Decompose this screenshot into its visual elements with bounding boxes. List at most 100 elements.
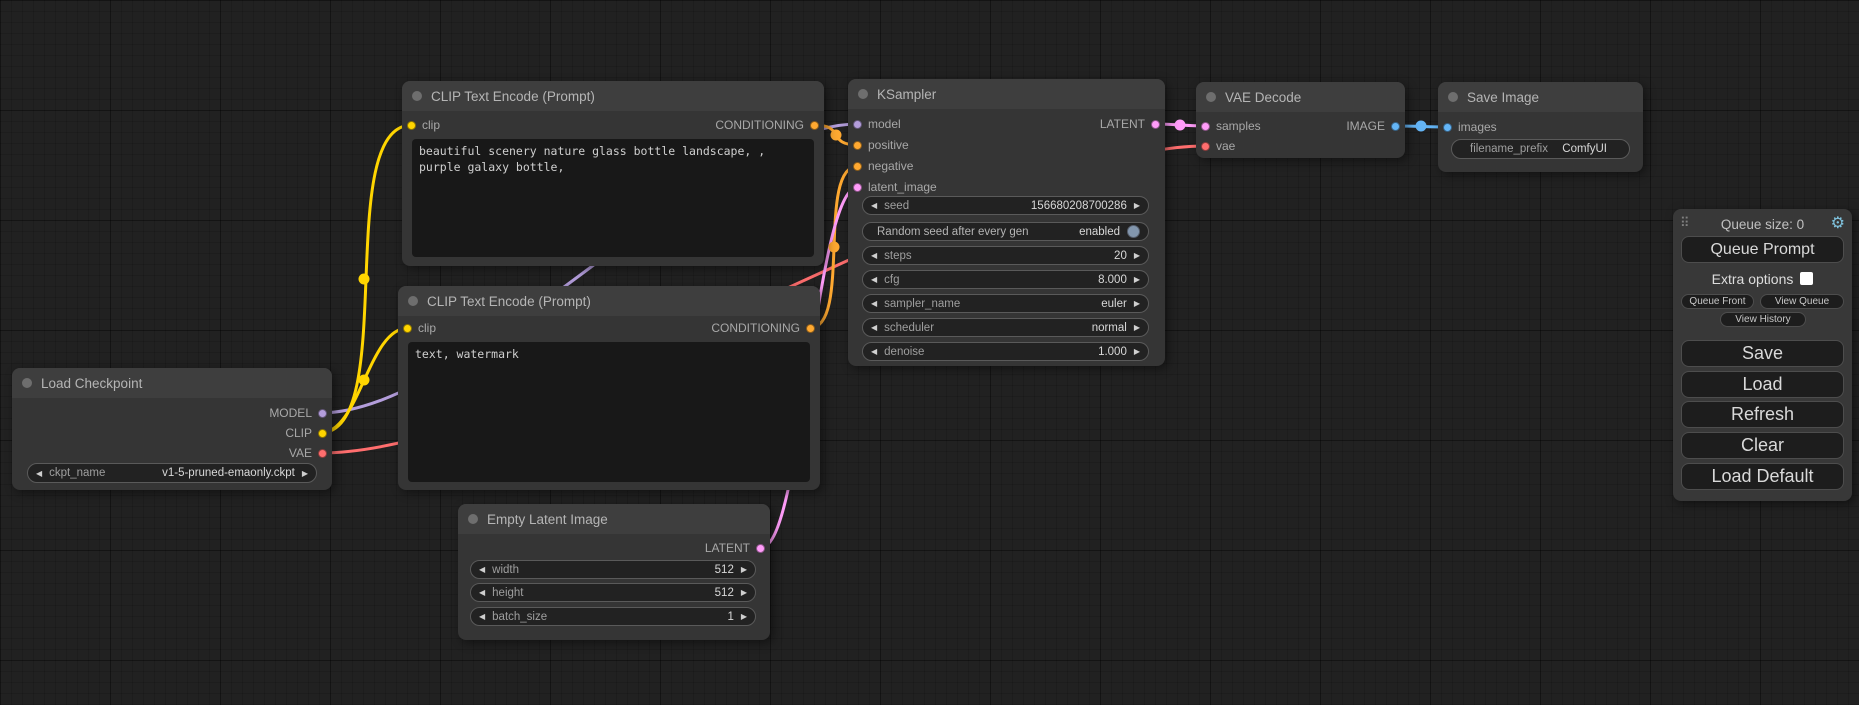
node-title-bar[interactable]: CLIP Text Encode (Prompt) (402, 81, 824, 111)
latent-port-icon[interactable] (1201, 122, 1210, 131)
collapse-dot-icon[interactable] (1206, 92, 1216, 102)
node-title-bar[interactable]: KSampler (848, 79, 1165, 109)
left-arrow-icon[interactable]: ◀ (871, 342, 877, 361)
denoise-widget[interactable]: ◀ denoise 1.000 ▶ (862, 342, 1149, 361)
right-arrow-icon[interactable]: ▶ (741, 560, 747, 579)
slot-latent-image-input[interactable]: latent_image (853, 177, 937, 197)
conditioning-port-icon[interactable] (853, 162, 862, 171)
right-arrow-icon[interactable]: ▶ (1134, 246, 1140, 265)
right-arrow-icon[interactable]: ▶ (741, 583, 747, 602)
slot-samples-input[interactable]: samples (1201, 116, 1261, 136)
filename-prefix-widget[interactable]: filename_prefix ComfyUI (1451, 139, 1630, 159)
load-button[interactable]: Load (1681, 371, 1844, 398)
node-ksampler[interactable]: KSampler model positive negative latent_… (848, 79, 1165, 366)
conditioning-port-icon[interactable] (806, 324, 815, 333)
slot-model-input[interactable]: model (853, 114, 901, 134)
slot-positive-input[interactable]: positive (853, 135, 909, 155)
latent-port-icon[interactable] (1151, 120, 1160, 129)
drag-handle-icon[interactable]: ⠿ (1680, 215, 1691, 231)
left-arrow-icon[interactable]: ◀ (871, 294, 877, 313)
node-load-checkpoint[interactable]: Load Checkpoint MODEL CLIP VAE ◀ ckpt_na… (12, 368, 332, 490)
random-seed-toggle-widget[interactable]: Random seed after every gen enabled (862, 222, 1149, 241)
gear-icon[interactable]: ⚙ (1831, 214, 1845, 234)
clear-button[interactable]: Clear (1681, 432, 1844, 459)
right-arrow-icon[interactable]: ▶ (302, 464, 308, 483)
steps-widget[interactable]: ◀ steps 20 ▶ (862, 246, 1149, 265)
slot-images-input[interactable]: images (1443, 117, 1497, 137)
node-title-bar[interactable]: Empty Latent Image (458, 504, 770, 534)
slot-clip-input[interactable]: clip (407, 115, 440, 135)
collapse-dot-icon[interactable] (408, 296, 418, 306)
sampler-name-widget[interactable]: ◀ sampler_name euler ▶ (862, 294, 1149, 313)
collapse-dot-icon[interactable] (468, 514, 478, 524)
clip-port-icon[interactable] (407, 121, 416, 130)
queue-front-button[interactable]: Queue Front (1681, 294, 1754, 309)
cfg-widget[interactable]: ◀ cfg 8.000 ▶ (862, 270, 1149, 289)
node-empty-latent-image[interactable]: Empty Latent Image LATENT ◀ width 512 ▶ … (458, 504, 770, 640)
conditioning-port-icon[interactable] (810, 121, 819, 130)
model-port-icon[interactable] (853, 120, 862, 129)
model-port-icon[interactable] (318, 409, 327, 418)
collapse-dot-icon[interactable] (1448, 92, 1458, 102)
slot-image-output[interactable]: IMAGE (1346, 116, 1400, 136)
right-arrow-icon[interactable]: ▶ (1134, 196, 1140, 215)
node-title-bar[interactable]: CLIP Text Encode (Prompt) (398, 286, 820, 316)
collapse-dot-icon[interactable] (412, 91, 422, 101)
node-vae-decode[interactable]: VAE Decode samples vae IMAGE (1196, 82, 1405, 158)
slot-latent-output[interactable]: LATENT (1100, 114, 1160, 134)
clip-port-icon[interactable] (403, 324, 412, 333)
node-title-bar[interactable]: Load Checkpoint (12, 368, 332, 398)
vae-port-icon[interactable] (1201, 142, 1210, 151)
image-port-icon[interactable] (1391, 122, 1400, 131)
width-widget[interactable]: ◀ width 512 ▶ (470, 560, 756, 579)
toggle-circle-icon[interactable] (1127, 225, 1140, 238)
slot-clip-output[interactable]: CLIP (285, 423, 327, 443)
slot-conditioning-output[interactable]: CONDITIONING (715, 115, 819, 135)
ckpt-name-widget[interactable]: ◀ ckpt_name v1-5-pruned-emaonly.ckpt ▶ (27, 463, 317, 483)
refresh-button[interactable]: Refresh (1681, 401, 1844, 428)
seed-widget[interactable]: ◀ seed 156680208700286 ▶ (862, 196, 1149, 215)
node-save-image[interactable]: Save Image images filename_prefix ComfyU… (1438, 82, 1643, 172)
height-widget[interactable]: ◀ height 512 ▶ (470, 583, 756, 602)
batch-size-widget[interactable]: ◀ batch_size 1 ▶ (470, 607, 756, 626)
node-title-bar[interactable]: Save Image (1438, 82, 1643, 112)
image-port-icon[interactable] (1443, 123, 1452, 132)
node-title-bar[interactable]: VAE Decode (1196, 82, 1405, 112)
left-arrow-icon[interactable]: ◀ (871, 318, 877, 337)
right-arrow-icon[interactable]: ▶ (1134, 270, 1140, 289)
slot-negative-input[interactable]: negative (853, 156, 913, 176)
view-history-button[interactable]: View History (1720, 312, 1806, 327)
slot-latent-output[interactable]: LATENT (705, 538, 765, 558)
slot-vae-input[interactable]: vae (1201, 136, 1235, 156)
extra-options-checkbox[interactable] (1800, 272, 1813, 285)
left-arrow-icon[interactable]: ◀ (479, 607, 485, 626)
slot-model-output[interactable]: MODEL (269, 403, 327, 423)
node-clip-text-encode-negative[interactable]: CLIP Text Encode (Prompt) clip CONDITION… (398, 286, 820, 490)
left-arrow-icon[interactable]: ◀ (871, 270, 877, 289)
negative-prompt-textarea[interactable]: text, watermark (408, 342, 810, 482)
left-arrow-icon[interactable]: ◀ (36, 464, 42, 483)
node-clip-text-encode-positive[interactable]: CLIP Text Encode (Prompt) clip CONDITION… (402, 81, 824, 266)
right-arrow-icon[interactable]: ▶ (1134, 342, 1140, 361)
left-arrow-icon[interactable]: ◀ (871, 196, 877, 215)
left-arrow-icon[interactable]: ◀ (479, 583, 485, 602)
view-queue-button[interactable]: View Queue (1760, 294, 1844, 309)
positive-prompt-textarea[interactable]: beautiful scenery nature glass bottle la… (412, 139, 814, 257)
right-arrow-icon[interactable]: ▶ (741, 607, 747, 626)
load-default-button[interactable]: Load Default (1681, 463, 1844, 490)
left-arrow-icon[interactable]: ◀ (479, 560, 485, 579)
slot-conditioning-output[interactable]: CONDITIONING (711, 318, 815, 338)
queue-prompt-button[interactable]: Queue Prompt (1681, 236, 1844, 263)
save-button[interactable]: Save (1681, 340, 1844, 367)
latent-port-icon[interactable] (756, 544, 765, 553)
scheduler-widget[interactable]: ◀ scheduler normal ▶ (862, 318, 1149, 337)
slot-vae-output[interactable]: VAE (289, 443, 327, 463)
left-arrow-icon[interactable]: ◀ (871, 246, 877, 265)
right-arrow-icon[interactable]: ▶ (1134, 318, 1140, 337)
collapse-dot-icon[interactable] (22, 378, 32, 388)
right-arrow-icon[interactable]: ▶ (1134, 294, 1140, 313)
queue-panel[interactable]: ⠿ Queue size: 0 ⚙ Queue Prompt Extra opt… (1673, 209, 1852, 501)
slot-clip-input[interactable]: clip (403, 318, 436, 338)
clip-port-icon[interactable] (318, 429, 327, 438)
latent-port-icon[interactable] (853, 183, 862, 192)
